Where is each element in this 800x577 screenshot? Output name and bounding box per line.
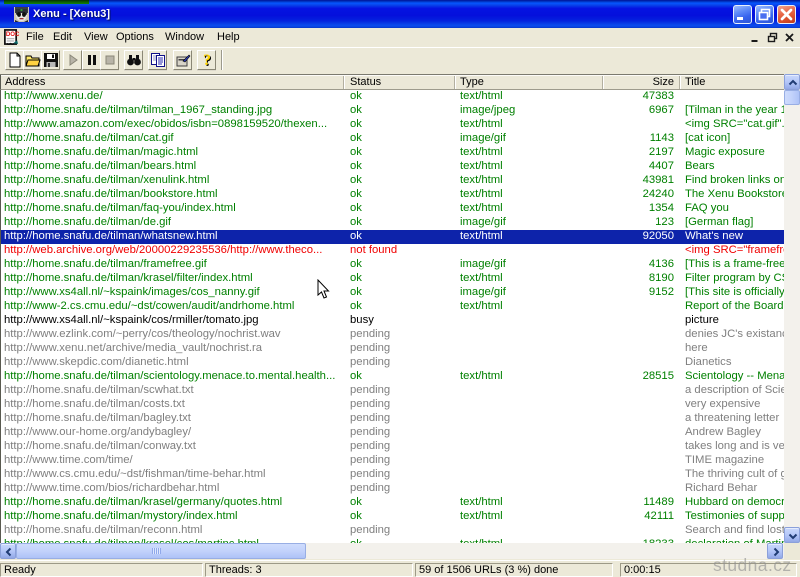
svg-text:DOC: DOC bbox=[6, 31, 19, 38]
svg-text:?: ? bbox=[203, 52, 211, 68]
